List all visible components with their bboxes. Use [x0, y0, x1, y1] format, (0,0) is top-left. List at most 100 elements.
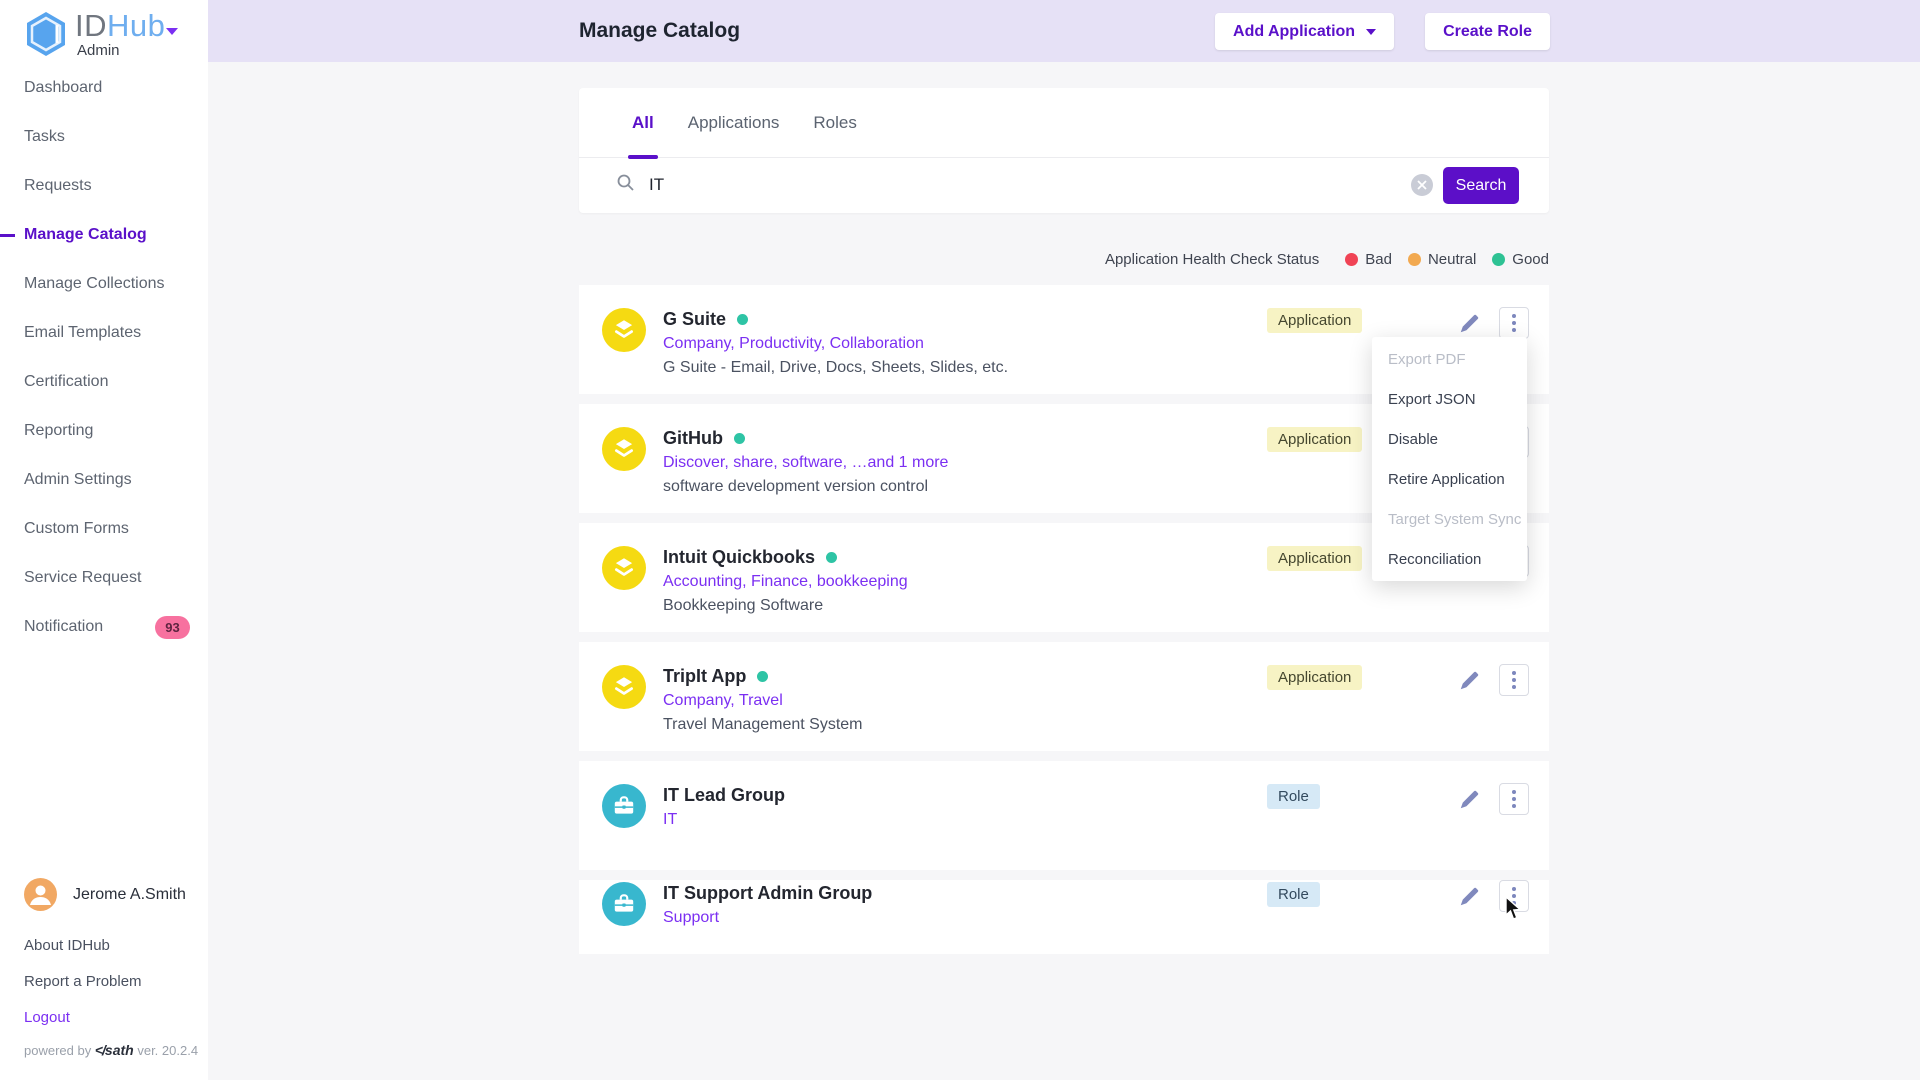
health-status-dot-icon	[826, 552, 837, 563]
legend-item-bad: Bad	[1345, 251, 1392, 268]
tabs: All Applications Roles	[579, 88, 1549, 158]
kebab-menu-icon[interactable]	[1499, 880, 1529, 912]
search-input[interactable]	[649, 175, 1329, 195]
sidebar-item-certification[interactable]: Certification	[0, 371, 208, 393]
catalog-item-name: IT Support Admin Group	[663, 882, 872, 904]
search-icon	[616, 173, 635, 197]
role-briefcase-icon	[602, 882, 646, 926]
sath-logo: </	[95, 1042, 105, 1058]
legend-item-neutral: Neutral	[1408, 251, 1476, 268]
sidebar-item-custom-forms[interactable]: Custom Forms	[0, 518, 208, 540]
catalog-item-categories[interactable]: Support	[663, 908, 872, 928]
kebab-menu-icon[interactable]	[1499, 783, 1529, 815]
menu-item-disable[interactable]: Disable	[1372, 419, 1527, 459]
avatar	[24, 878, 57, 911]
type-badge: Application	[1267, 308, 1362, 333]
health-status-dot-icon	[734, 433, 745, 444]
catalog-item-categories[interactable]: Company, Travel	[663, 691, 862, 711]
menu-item-export-json[interactable]: Export JSON	[1372, 379, 1527, 419]
application-layers-icon	[602, 665, 646, 709]
neutral-status-dot-icon	[1408, 253, 1421, 266]
brand[interactable]: IDHub Admin	[24, 10, 165, 63]
catalog-item-description: Travel Management System	[663, 715, 862, 735]
catalog-item-categories[interactable]: Accounting, Finance, bookkeeping	[663, 572, 908, 592]
menu-item-export-pdf: Export PDF	[1372, 339, 1527, 379]
idhub-logo-icon	[24, 10, 68, 63]
sidebar-item-dashboard[interactable]: Dashboard	[0, 77, 208, 99]
topbar: Manage Catalog Add Application Create Ro…	[208, 0, 1920, 62]
type-badge: Role	[1267, 784, 1320, 809]
tab-applications[interactable]: Applications	[688, 88, 780, 157]
legend-label: Application Health Check Status	[1105, 251, 1319, 268]
version-label: ver. 20.2.4	[137, 1043, 198, 1058]
type-badge: Application	[1267, 665, 1362, 690]
catalog-item-description: software development version control	[663, 477, 948, 497]
sidebar: IDHub Admin Dashboard Tasks Requests Man…	[0, 0, 208, 1080]
catalog-row-it-lead-group: IT Lead Group IT Role	[579, 761, 1549, 870]
menu-item-retire-application[interactable]: Retire Application	[1372, 459, 1527, 499]
search-row: Search	[579, 158, 1549, 212]
sidebar-item-admin-settings[interactable]: Admin Settings	[0, 469, 208, 491]
row-actions-menu: Export PDF Export JSON Disable Retire Ap…	[1372, 337, 1527, 581]
sidebar-item-manage-catalog[interactable]: Manage Catalog	[0, 224, 208, 246]
search-button[interactable]: Search	[1443, 167, 1519, 204]
menu-item-reconciliation[interactable]: Reconciliation	[1372, 539, 1527, 579]
sidebar-item-requests[interactable]: Requests	[0, 175, 208, 197]
sidebar-item-notification[interactable]: Notification 93	[0, 616, 208, 638]
edit-pencil-icon[interactable]	[1457, 789, 1481, 813]
edit-pencil-icon[interactable]	[1457, 886, 1481, 910]
sidebar-item-email-templates[interactable]: Email Templates	[0, 322, 208, 344]
health-legend: Application Health Check Status Bad Neut…	[579, 249, 1549, 269]
catalog-item-categories[interactable]: Company, Productivity, Collaboration	[663, 334, 1008, 354]
catalog-item-name: IT Lead Group	[663, 784, 785, 806]
sidebar-item-tasks[interactable]: Tasks	[0, 126, 208, 148]
health-status-dot-icon	[757, 671, 768, 682]
health-status-dot-icon	[737, 314, 748, 325]
edit-pencil-icon[interactable]	[1457, 313, 1481, 337]
catalog-item-categories[interactable]: IT	[663, 810, 785, 830]
type-badge: Application	[1267, 546, 1362, 571]
sidebar-nav: Dashboard Tasks Requests Manage Catalog …	[0, 77, 208, 665]
edit-pencil-icon[interactable]	[1457, 670, 1481, 694]
clear-search-icon[interactable]	[1411, 174, 1433, 196]
catalog-item-name: GitHub	[663, 427, 948, 449]
search-panel: All Applications Roles Search	[579, 88, 1549, 213]
catalog-item-description: Bookkeeping Software	[663, 596, 908, 616]
brand-caret-icon[interactable]	[166, 28, 178, 35]
bad-status-dot-icon	[1345, 253, 1358, 266]
catalog-item-description: G Suite - Email, Drive, Docs, Sheets, Sl…	[663, 358, 1008, 378]
sidebar-item-manage-collections[interactable]: Manage Collections	[0, 273, 208, 295]
user-row[interactable]: Jerome A.Smith	[24, 878, 194, 911]
report-problem-link[interactable]: Report a Problem	[24, 973, 142, 990]
add-application-button[interactable]: Add Application	[1215, 13, 1394, 50]
kebab-menu-icon[interactable]	[1499, 664, 1529, 696]
application-layers-icon	[602, 427, 646, 471]
sidebar-footer: Jerome A.Smith About IDHub Report a Prob…	[24, 878, 194, 1078]
chevron-down-icon	[1366, 29, 1376, 35]
application-layers-icon	[602, 308, 646, 352]
catalog-item-categories[interactable]: Discover, share, software, …and 1 more	[663, 453, 948, 473]
create-role-button[interactable]: Create Role	[1425, 13, 1550, 50]
catalog-row-tripit-app: TripIt App Company, Travel Travel Manage…	[579, 642, 1549, 751]
legend-item-good: Good	[1492, 251, 1549, 268]
notification-count-badge: 93	[155, 616, 190, 639]
tab-roles[interactable]: Roles	[813, 88, 856, 157]
topbar-actions: Add Application Create Role	[1215, 13, 1550, 50]
tab-all[interactable]: All	[632, 88, 654, 157]
type-badge: Role	[1267, 882, 1320, 907]
about-idhub-link[interactable]: About IDHub	[24, 937, 110, 954]
powered-by: powered by </sath ver. 20.2.4	[24, 1042, 198, 1058]
good-status-dot-icon	[1492, 253, 1505, 266]
user-name: Jerome A.Smith	[73, 886, 186, 904]
application-layers-icon	[602, 546, 646, 590]
kebab-menu-icon[interactable]	[1499, 307, 1529, 339]
sidebar-item-service-request[interactable]: Service Request	[0, 567, 208, 589]
catalog-item-name: Intuit Quickbooks	[663, 546, 908, 568]
catalog-row-it-support-admin-group: IT Support Admin Group Support Role	[579, 880, 1549, 954]
sidebar-item-reporting[interactable]: Reporting	[0, 420, 208, 442]
role-briefcase-icon	[602, 784, 646, 828]
catalog-item-name: G Suite	[663, 308, 1008, 330]
logout-link[interactable]: Logout	[24, 1009, 70, 1026]
catalog-item-name: TripIt App	[663, 665, 862, 687]
brand-name: IDHub	[75, 8, 165, 43]
